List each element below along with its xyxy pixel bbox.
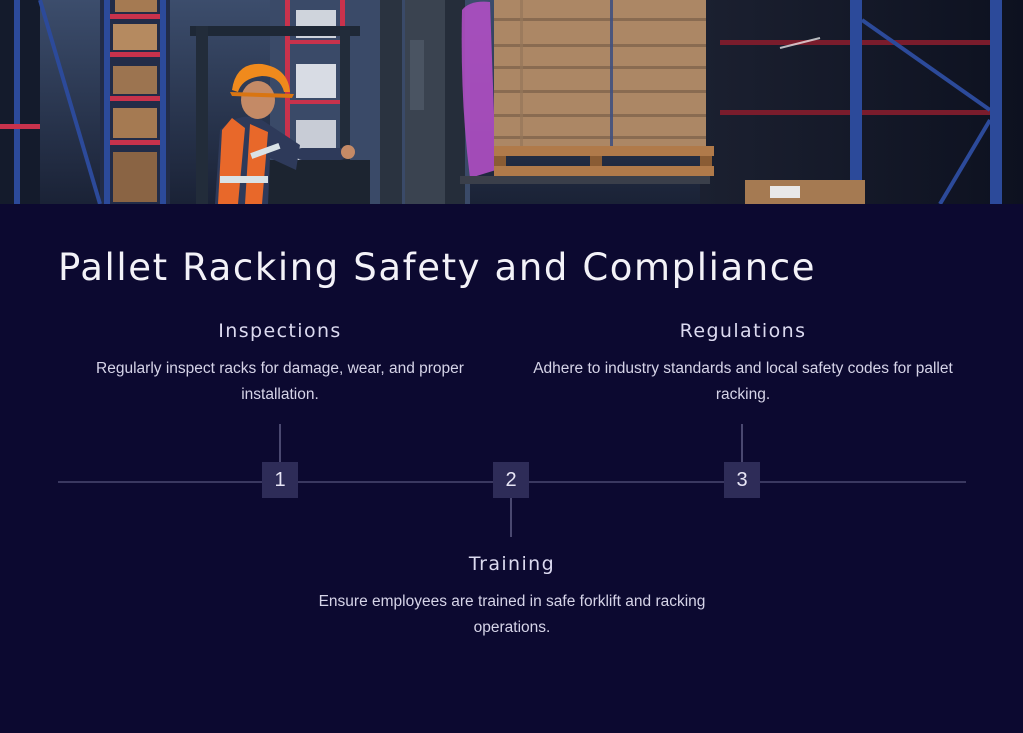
step-connector	[510, 498, 512, 537]
step-heading: Regulations	[679, 320, 807, 342]
page-title: Pallet Racking Safety and Compliance	[58, 246, 817, 289]
step-heading: Inspections	[218, 320, 342, 342]
step-connector	[741, 424, 743, 463]
warehouse-illustration	[0, 0, 1023, 204]
step-description: Ensure employees are trained in safe for…	[318, 593, 706, 636]
step-marker-1: 1	[262, 462, 298, 498]
step-connector	[279, 424, 281, 463]
step-marker-2: 2	[493, 462, 529, 498]
step-description: Adhere to industry standards and local s…	[533, 360, 953, 403]
step-marker-3: 3	[724, 462, 760, 498]
hero-photo	[0, 0, 1023, 204]
step-description: Regularly inspect racks for damage, wear…	[96, 360, 464, 403]
step-heading: Training	[468, 553, 556, 575]
